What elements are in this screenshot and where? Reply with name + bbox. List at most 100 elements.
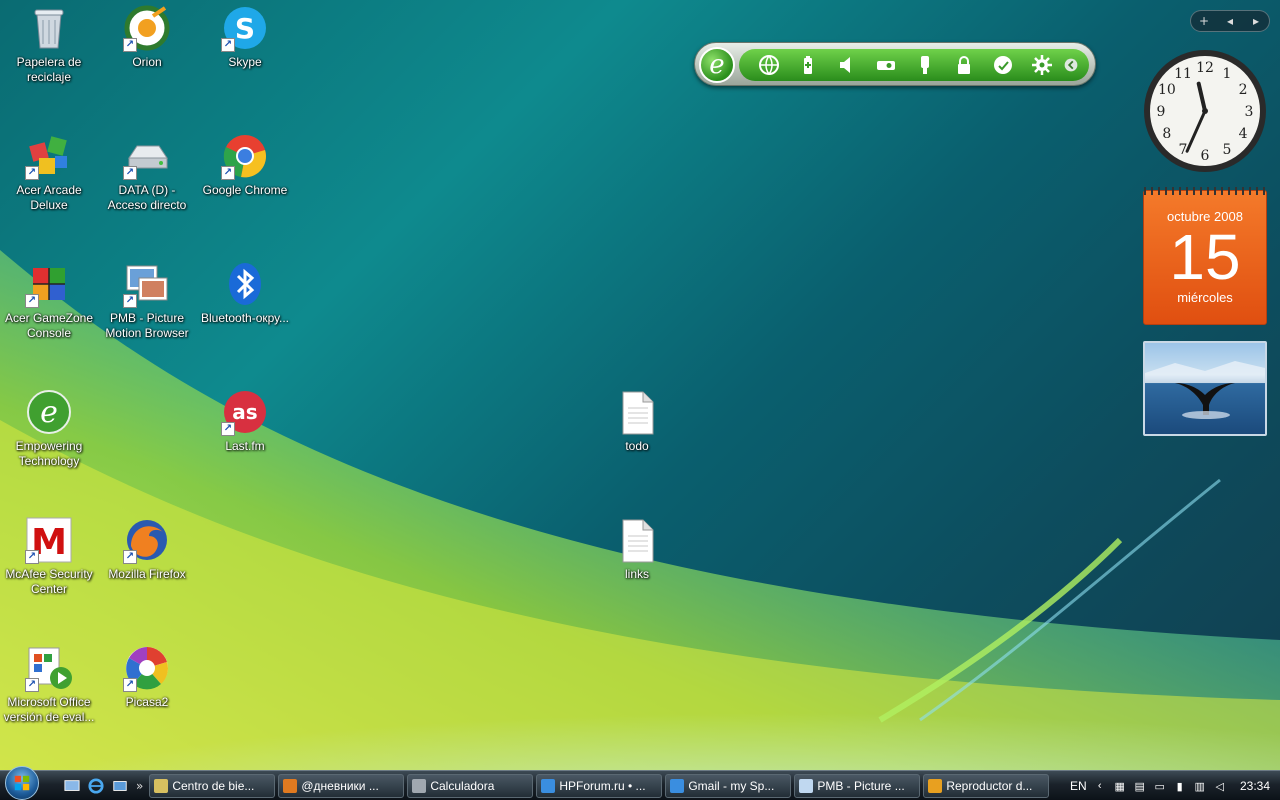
shortcut-arrow-icon: ↗ (221, 166, 235, 180)
desktop-icon-chrome[interactable]: ↗ Google Chrome (197, 132, 293, 198)
desktop-icon-pmb[interactable]: ↗ PMB - Picture Motion Browser (99, 260, 195, 341)
desktop-icon-mcafee[interactable]: M ↗ McAfee Security Center (1, 516, 97, 597)
clock-numeral: 10 (1158, 82, 1176, 98)
bluetooth-icon (221, 260, 269, 308)
desktop-icon-label: Acer GameZone Console (4, 311, 94, 340)
clock-numeral: 4 (1239, 126, 1248, 142)
desktop-icon-skype[interactable]: S ↗ Skype (197, 4, 293, 70)
previous-page-button[interactable]: ◂ (1217, 14, 1243, 28)
desktop-icon-label: McAfee Security Center (5, 567, 93, 596)
picasa-icon: ↗ (123, 644, 171, 692)
taskbar-button[interactable]: Gmail - my Sp... (665, 773, 792, 798)
desktop-icon-acer-arcade[interactable]: ↗ Acer Arcade Deluxe (1, 132, 97, 213)
desktop-icon-label: Acer Arcade Deluxe (16, 183, 82, 212)
desktop-icon-firefox[interactable]: ↗ Mozilla Firefox (99, 516, 195, 582)
desktop-icon-label: Google Chrome (202, 183, 288, 197)
clock-numeral: 11 (1174, 66, 1192, 82)
tray-clock[interactable]: 23:34 (1240, 779, 1270, 793)
shortcut-arrow-icon: ↗ (123, 294, 137, 308)
language-indicator[interactable]: EN (1070, 779, 1087, 793)
tray-network-icon[interactable]: ▤ (1133, 779, 1147, 793)
shortcut-arrow-icon: ↗ (25, 550, 39, 564)
desktop-icon-bluetooth[interactable]: Bluetooth-окру... (197, 260, 293, 326)
desktop-icon-orion[interactable]: ↗ Orion (99, 4, 195, 70)
switch-windows-icon[interactable] (110, 776, 130, 796)
slideshow-gadget[interactable] (1143, 341, 1267, 436)
empowering-toolbar-buttons (739, 49, 1089, 81)
taskbar-button[interactable]: Reproductor d... (923, 773, 1050, 798)
tray-wifi-icon[interactable]: ▥ (1193, 779, 1207, 793)
taskbar-button-label: PMB - Picture ... (817, 778, 905, 793)
battery-icon[interactable] (788, 51, 827, 79)
system-tray: EN ‹ ▦ ▤ ▭ ▮ ▥ ◁ 23:34 (1062, 771, 1280, 800)
desktop-icon-data-drive[interactable]: ↗ DATA (D) - Acceso directo (99, 132, 195, 213)
next-page-button[interactable]: ▸ (1243, 14, 1269, 28)
ie-icon[interactable] (86, 776, 106, 796)
lock-icon[interactable] (944, 51, 983, 79)
taskbar-button-label: Gmail - my Sp... (688, 778, 775, 793)
desktop-icon-picasa[interactable]: ↗ Picasa2 (99, 644, 195, 710)
projector-icon[interactable] (866, 51, 905, 79)
taskbar-app-icon (670, 778, 685, 793)
desktop-icon-gamezone[interactable]: ↗ Acer GameZone Console (1, 260, 97, 341)
tray-monitor-icon[interactable]: ▭ (1153, 779, 1167, 793)
taskbar-button[interactable]: Centro de bie... (149, 773, 276, 798)
tray-volume-icon[interactable]: ◁ (1213, 779, 1227, 793)
globe-icon[interactable] (749, 51, 788, 79)
desktop-icon-label: Microsoft Office versión de eval... (3, 695, 95, 724)
network-icon[interactable] (983, 51, 1022, 79)
clock-numeral: 5 (1223, 142, 1232, 158)
usb-key-icon[interactable] (905, 51, 944, 79)
clock-gadget[interactable]: 12 1234567891011 (1142, 48, 1268, 174)
drive-icon: ↗ (123, 132, 171, 180)
tray-battery-icon[interactable]: ▮ (1173, 779, 1187, 793)
shortcut-arrow-icon: ↗ (25, 678, 39, 692)
taskbar-button[interactable]: PMB - Picture ... (794, 773, 921, 798)
empowering-toolbar-gadget: e (694, 42, 1096, 86)
office-icon: ↗ (25, 644, 73, 692)
show-desktop-icon[interactable] (62, 776, 82, 796)
tray-app-icon[interactable]: ▦ (1113, 779, 1127, 793)
quick-launch-overflow-button[interactable]: » (136, 779, 143, 793)
taskbar-button-label: Calculadora (430, 778, 495, 793)
taskbar-button-label: @дневники ... (301, 778, 379, 793)
gamezone-icon: ↗ (25, 260, 73, 308)
taskbar-button[interactable]: Calculadora (407, 773, 534, 798)
desktop-icon-label: Last.fm (225, 439, 265, 453)
taskbar-button[interactable]: @дневники ... (278, 773, 405, 798)
collapse-icon[interactable] (1061, 51, 1081, 79)
calendar-gadget[interactable]: octubre 2008 15 miércoles (1143, 187, 1267, 325)
desktop-icon-recycle-bin[interactable]: Papelera de reciclaje (1, 4, 97, 85)
speaker-icon[interactable] (827, 51, 866, 79)
shortcut-arrow-icon: ↗ (123, 38, 137, 52)
empowering-logo-button[interactable]: e (699, 47, 735, 83)
desktop-icon-lastfm[interactable]: as ↗ Last.fm (197, 388, 293, 454)
add-gadget-button[interactable]: + (1191, 14, 1217, 28)
start-button[interactable] (0, 765, 44, 800)
calendar-day: 15 (1169, 221, 1241, 293)
gear-icon[interactable] (1022, 51, 1061, 79)
shortcut-arrow-icon: ↗ (25, 166, 39, 180)
clock-numeral: 2 (1239, 82, 1248, 98)
taskbar-app-icon (283, 778, 298, 793)
windows-start-icon (5, 765, 39, 800)
taskbar-button-label: HPForum.ru • ... (559, 778, 646, 793)
desktop-icon-empowering[interactable]: e Empowering Technology (1, 388, 97, 469)
desktop-icon-todo[interactable]: todo (589, 388, 685, 454)
desktop-icon-links[interactable]: links (589, 516, 685, 582)
clock-numeral: 1 (1223, 66, 1232, 82)
desktop-icon-office[interactable]: ↗ Microsoft Office versión de eval... (1, 644, 97, 725)
skype-icon: S ↗ (221, 4, 269, 52)
desktop-icon-label: PMB - Picture Motion Browser (105, 311, 189, 340)
taskbar-button[interactable]: HPForum.ru • ... (536, 773, 663, 798)
shortcut-arrow-icon: ↗ (221, 38, 235, 52)
tray-expand-icon[interactable]: ‹ (1093, 779, 1107, 793)
calendar-rings (1144, 187, 1266, 195)
calendar-weekday: miércoles (1177, 290, 1233, 305)
taskbar-app-icon (541, 778, 556, 793)
desktop-icon-label: Bluetooth-окру... (201, 311, 289, 325)
shortcut-arrow-icon: ↗ (123, 166, 137, 180)
desktop-icon-label: Orion (132, 55, 162, 69)
quick-launch (62, 776, 130, 796)
clock-numeral: 8 (1162, 126, 1171, 142)
